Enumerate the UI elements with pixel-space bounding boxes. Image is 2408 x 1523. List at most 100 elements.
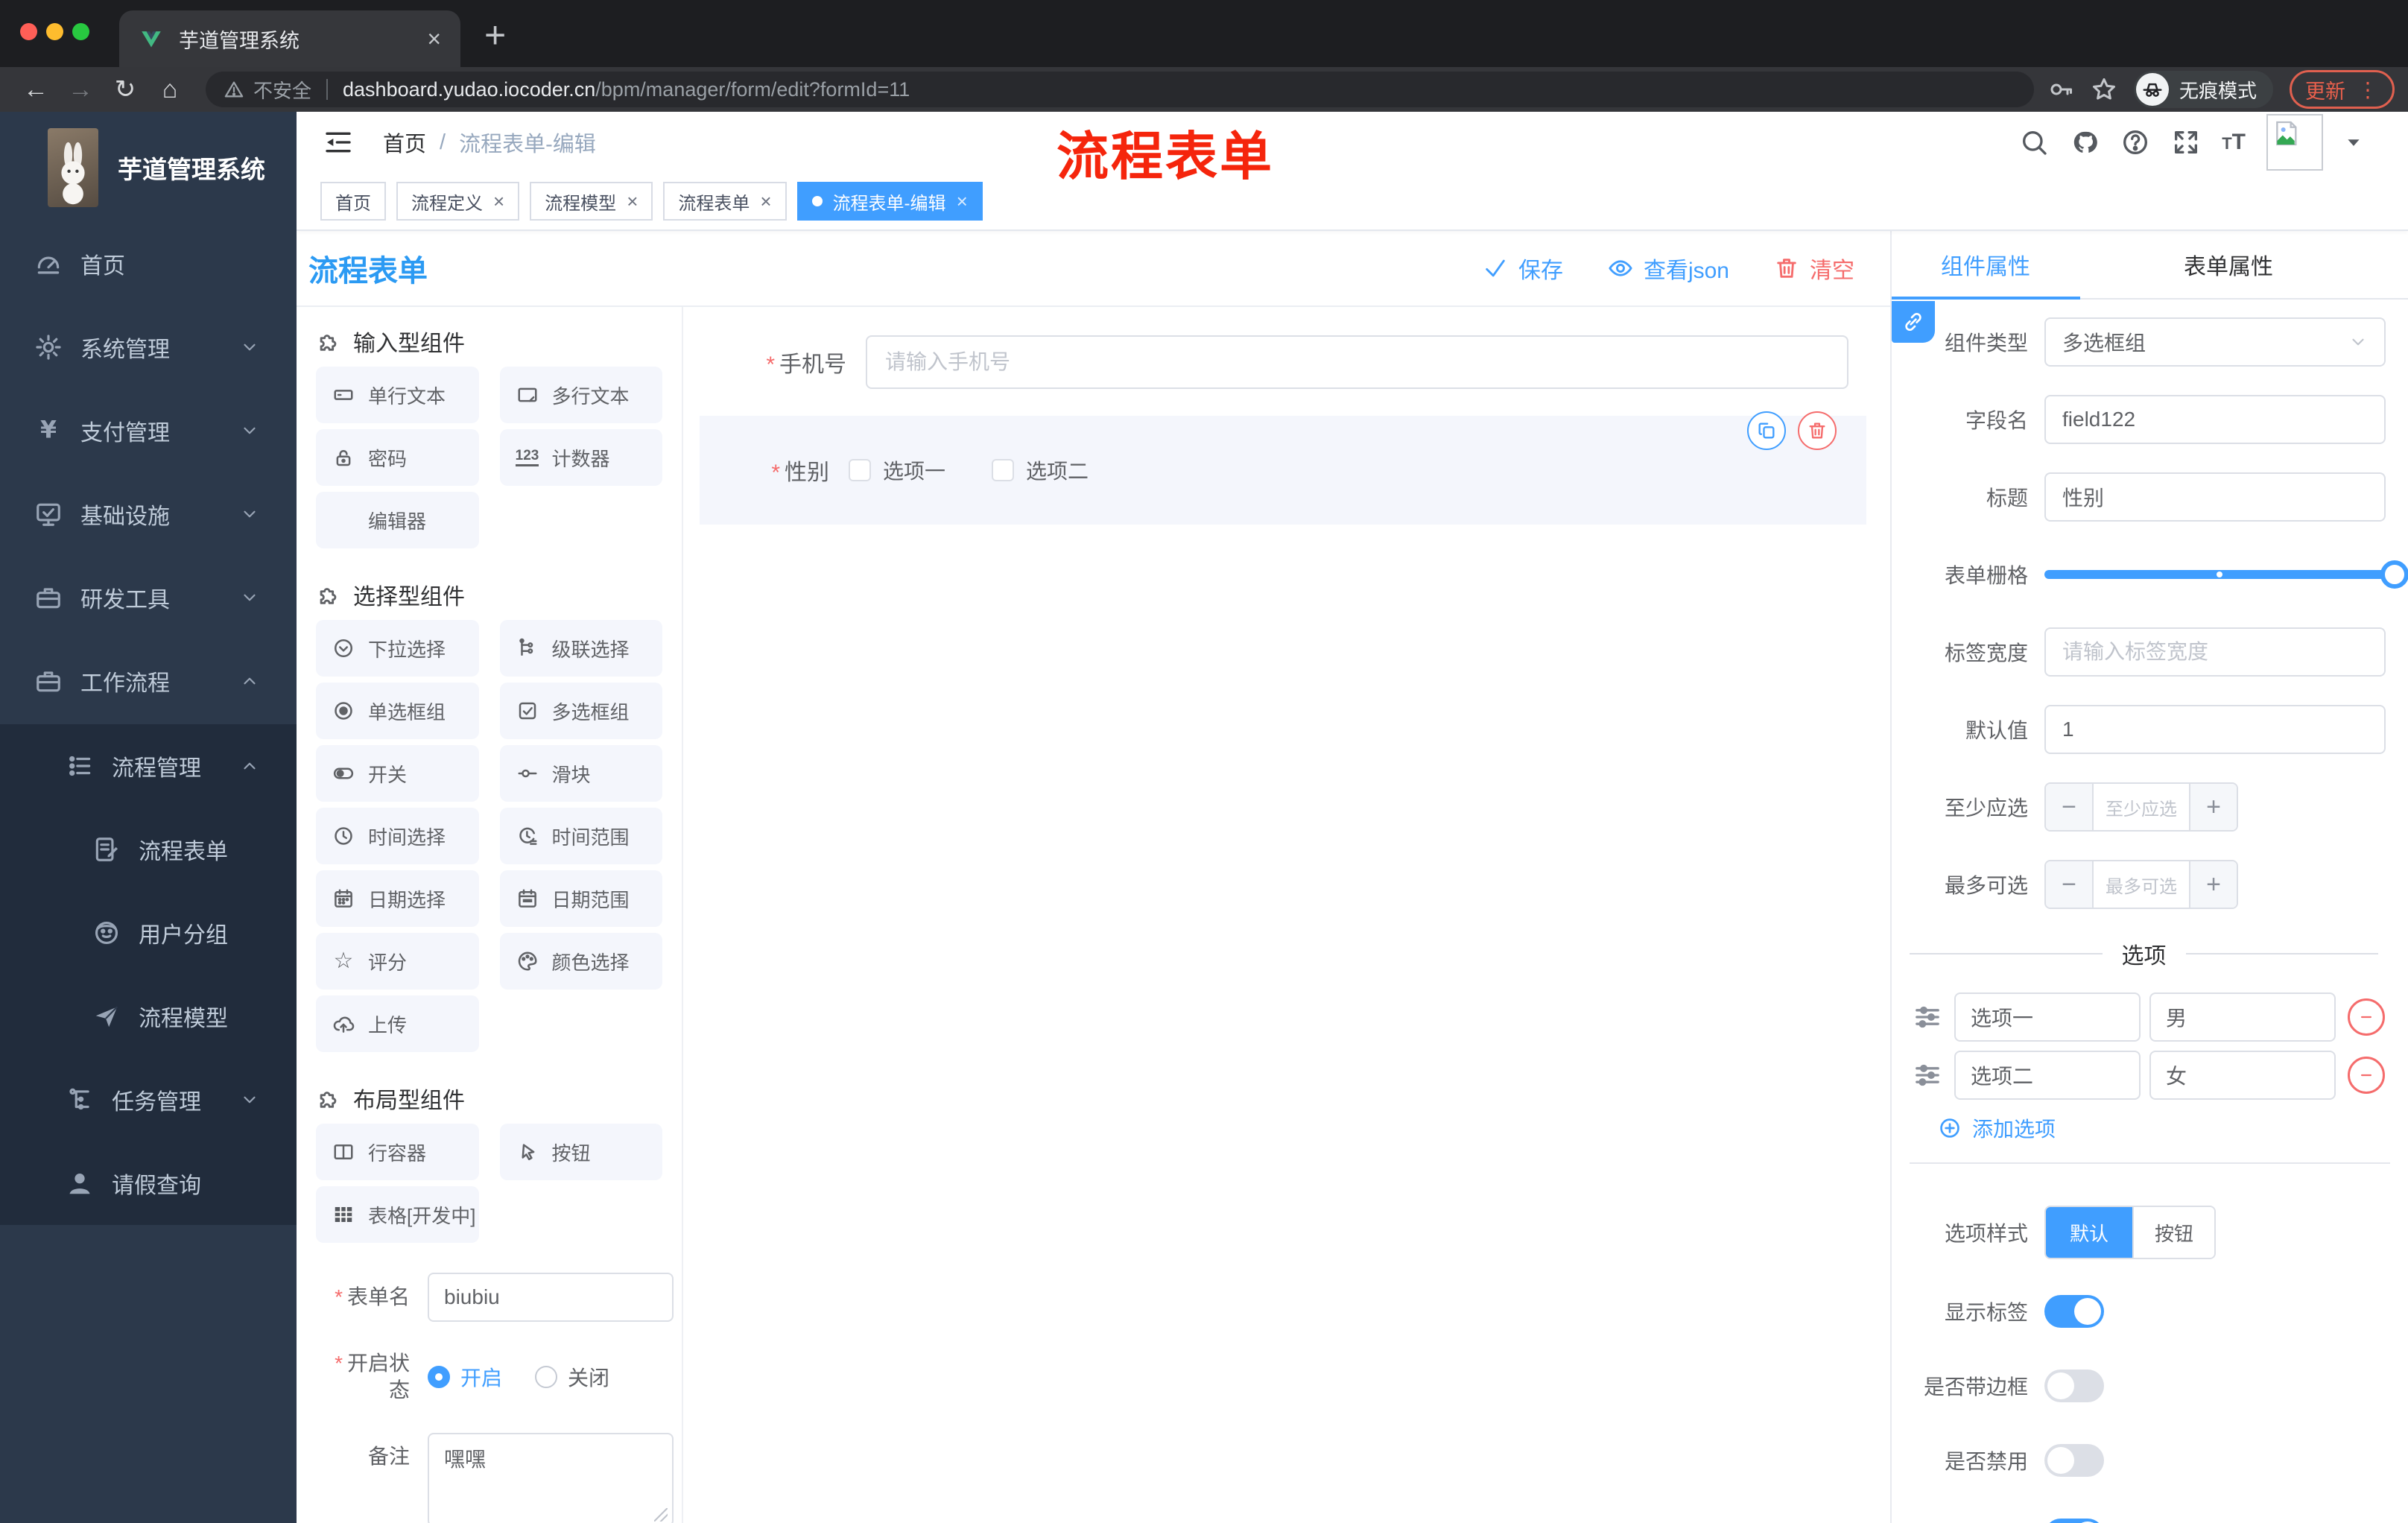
copy-field-button[interactable] [1747, 411, 1786, 450]
remove-option-button-0[interactable] [2348, 998, 2385, 1036]
increase-button[interactable]: + [2190, 861, 2237, 908]
bookmark-star-icon[interactable] [2091, 76, 2117, 103]
breadcrumb-home[interactable]: 首页 [383, 127, 426, 158]
title-input[interactable] [2044, 472, 2386, 522]
minimize-window-button[interactable] [46, 23, 63, 40]
sidebar-item-2[interactable]: ¥ 支付管理 [0, 389, 297, 472]
palette-item-1-3[interactable]: 多选框组 [499, 683, 662, 739]
sidebar-item-sub-1[interactable]: 流程表单 [0, 808, 297, 891]
toggle-switch-0[interactable] [2044, 1295, 2104, 1328]
password-key-icon[interactable] [2047, 76, 2074, 103]
palette-item-1-5[interactable]: 滑块 [499, 745, 662, 802]
palette-item-1-0[interactable]: 下拉选择 [316, 620, 479, 677]
sidebar-item-0[interactable]: 首页 [0, 222, 297, 305]
palette-item-0-4[interactable]: 编辑器 [316, 492, 479, 548]
clear-button[interactable]: 清空 [1774, 252, 1854, 285]
tab-component-props[interactable]: 组件属性 [1941, 248, 2030, 281]
status-radio-on[interactable]: 开启 [428, 1362, 502, 1392]
sidebar-item-3[interactable]: 基础设施 [0, 472, 297, 556]
drag-options-icon[interactable] [1911, 1060, 1944, 1090]
palette-item-0-0[interactable]: 单行文本 [316, 367, 479, 423]
increase-button[interactable]: + [2190, 784, 2237, 830]
palette-item-1-9[interactable]: 日期范围 [499, 870, 662, 927]
palette-item-1-11[interactable]: 颜色选择 [499, 933, 662, 990]
resize-grip-icon[interactable] [654, 1507, 668, 1522]
address-bar[interactable]: 不安全 dashboard.yudao.iocoder.cn /bpm/mana… [206, 72, 2034, 107]
fullscreen-icon[interactable] [2171, 127, 2201, 157]
save-button[interactable]: 保存 [1483, 252, 1563, 285]
browser-tab[interactable]: 芋道管理系统 × [119, 10, 460, 67]
new-tab-button[interactable]: + [484, 13, 506, 57]
toggle-switch-2[interactable] [2044, 1444, 2104, 1477]
browser-update-button[interactable]: 更新 ⋮ [2290, 70, 2395, 109]
remove-option-button-1[interactable] [2348, 1057, 2385, 1094]
palette-item-1-6[interactable]: 时间选择 [316, 808, 479, 864]
collapse-sidebar-icon[interactable] [323, 127, 353, 157]
canvas-field-gender-selected[interactable]: * 性别 选项一 选项二 [700, 411, 1866, 525]
option-name-input-0[interactable] [1954, 992, 2141, 1042]
toggle-switch-3[interactable] [2044, 1519, 2104, 1523]
avatar-caret-icon[interactable] [2344, 133, 2363, 152]
field-name-input[interactable] [2044, 395, 2386, 444]
style-default-button[interactable]: 默认 [2046, 1207, 2132, 1258]
sidebar-item-sub-2[interactable]: 用户分组 [0, 891, 297, 975]
sidebar-item-sub-5[interactable]: 请假查询 [0, 1142, 297, 1225]
browser-menu-icon[interactable]: ⋮ [2357, 77, 2379, 102]
form-name-input[interactable] [428, 1273, 674, 1322]
avatar[interactable] [2266, 114, 2323, 171]
sidebar-item-sub-0[interactable]: 流程管理 [0, 724, 297, 808]
delete-field-button[interactable] [1798, 411, 1837, 450]
sidebar-item-5[interactable]: 工作流程 [0, 639, 297, 723]
zoom-window-button[interactable] [72, 23, 89, 40]
option-value-input-1[interactable] [2149, 1051, 2336, 1100]
home-icon[interactable]: ⌂ [148, 75, 192, 104]
option-name-input-1[interactable] [1954, 1051, 2141, 1100]
tags-view-tab-3[interactable]: 流程表单 × [663, 182, 787, 221]
sidebar-item-sub-3[interactable]: 流程模型 [0, 975, 297, 1058]
tags-view-tab-0[interactable]: 首页 [320, 182, 386, 221]
default-value-input[interactable] [2044, 705, 2386, 754]
sidebar-item-1[interactable]: 系统管理 [0, 305, 297, 389]
reload-icon[interactable]: ↻ [103, 75, 148, 104]
search-icon[interactable] [2019, 127, 2049, 157]
palette-item-1-7[interactable]: 时间范围 [499, 808, 662, 864]
link-tab-button[interactable] [1892, 301, 1935, 343]
palette-item-1-12[interactable]: 上传 [316, 995, 479, 1052]
tags-view-tab-1[interactable]: 流程定义 × [396, 182, 520, 221]
close-tab-icon[interactable]: × [957, 191, 968, 211]
view-json-button[interactable]: 查看json [1608, 252, 1729, 285]
label-width-input[interactable] [2044, 627, 2386, 677]
max-select-value[interactable]: 最多可选 [2092, 861, 2190, 908]
component-type-select[interactable]: 多选框组 [2044, 317, 2386, 367]
toggle-switch-1[interactable] [2044, 1370, 2104, 1402]
forward-icon[interactable]: → [58, 75, 103, 104]
canvas-field-phone[interactable]: * 手机号 [683, 335, 1890, 389]
palette-item-1-10[interactable]: ☆ 评分 [316, 933, 479, 990]
close-tab-icon[interactable]: × [427, 25, 441, 53]
palette-item-0-1[interactable]: 多行文本 [499, 367, 662, 423]
close-window-button[interactable] [20, 23, 37, 40]
gender-checkbox-0[interactable]: 选项一 [849, 455, 945, 485]
close-tab-icon[interactable]: × [627, 191, 638, 211]
palette-item-1-1[interactable]: 级联选择 [499, 620, 662, 677]
style-button-button[interactable]: 按钮 [2132, 1207, 2214, 1258]
github-icon[interactable] [2070, 127, 2100, 157]
close-tab-icon[interactable]: × [760, 191, 771, 211]
form-remark-textarea[interactable] [428, 1432, 674, 1523]
min-select-value[interactable]: 至少应选 [2092, 784, 2190, 830]
sidebar-item-sub-4[interactable]: 任务管理 [0, 1058, 297, 1142]
palette-item-1-2[interactable]: 单选框组 [316, 683, 479, 739]
slider-handle[interactable] [2380, 560, 2408, 589]
decrease-button[interactable]: − [2046, 784, 2092, 830]
tags-view-tab-2[interactable]: 流程模型 × [530, 182, 653, 221]
font-size-icon[interactable]: TT [2222, 130, 2246, 155]
option-value-input-0[interactable] [2149, 992, 2336, 1042]
status-radio-off[interactable]: 关闭 [535, 1362, 609, 1392]
checkbox-icon[interactable] [849, 459, 871, 481]
add-option-button[interactable]: 添加选项 [1938, 1113, 2408, 1143]
palette-item-0-2[interactable]: 密码 [316, 429, 479, 486]
palette-item-1-4[interactable]: 开关 [316, 745, 479, 802]
tab-form-props[interactable]: 表单属性 [2184, 248, 2273, 281]
palette-item-2-1[interactable]: 按钮 [499, 1124, 662, 1180]
tags-view-tab-4[interactable]: 流程表单-编辑 × [796, 182, 983, 221]
